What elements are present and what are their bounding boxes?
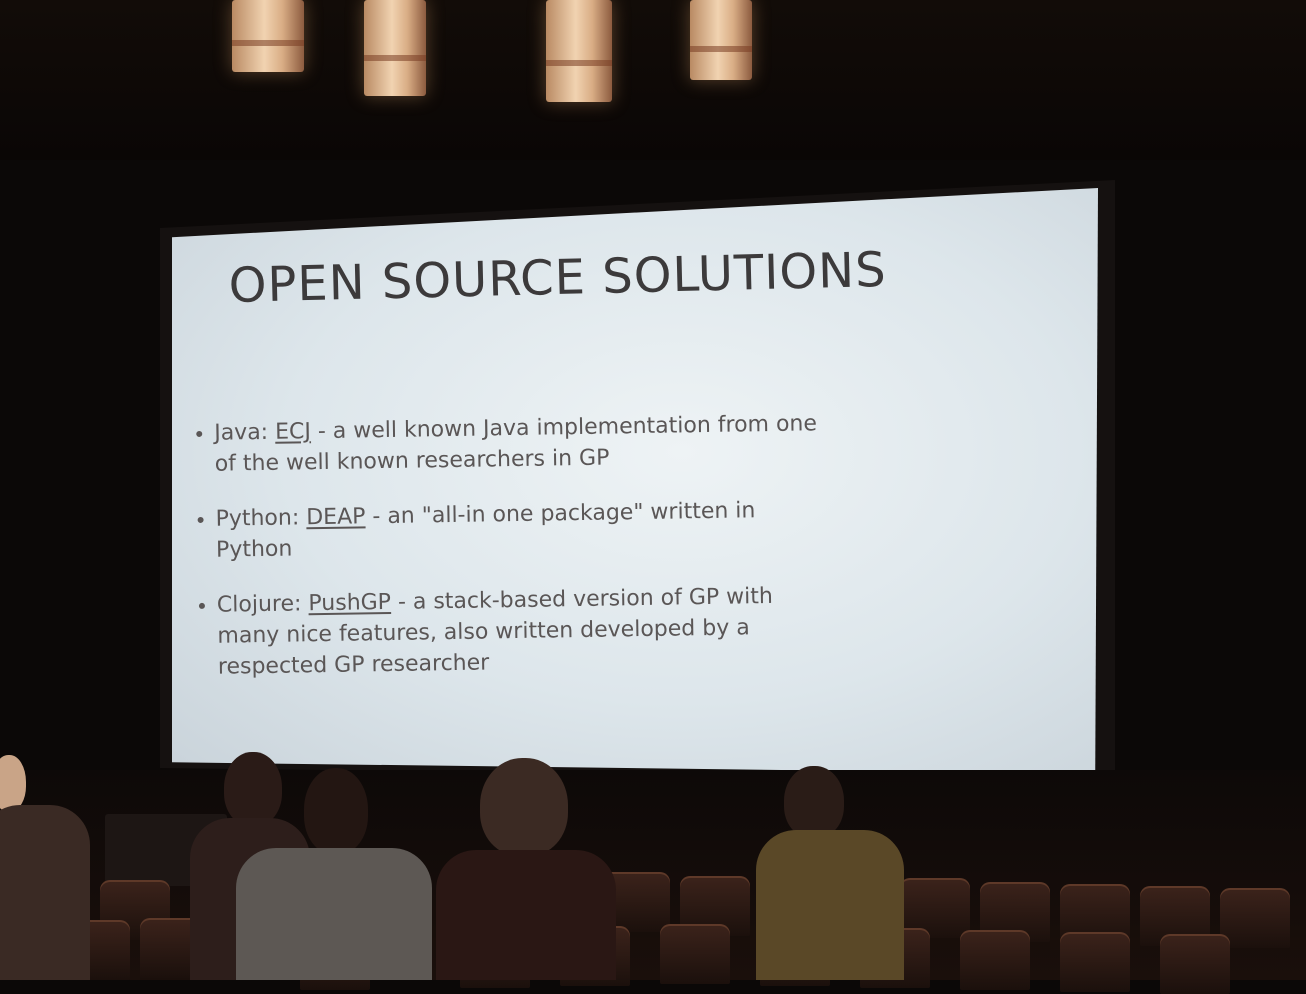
pendant-lamp <box>364 0 426 96</box>
bullet-text: Python <box>215 536 293 563</box>
audience-torso <box>236 848 432 980</box>
ecj-link: ECJ <box>274 419 312 445</box>
bullet-text: - a well known Java implementation from … <box>310 411 818 445</box>
pendant-lamp <box>546 0 612 102</box>
bullet-text: - a stack-based version of GP with <box>390 583 774 615</box>
audience-torso <box>436 850 616 980</box>
bullet-prefix: Java: <box>214 419 276 446</box>
audience-head <box>0 755 26 811</box>
bullet-java: Java: ECJ - a well known Java implementa… <box>196 406 977 480</box>
audience-torso <box>756 830 904 980</box>
seat <box>1160 934 1230 994</box>
seat <box>660 924 730 984</box>
deap-link: DEAP <box>306 504 366 531</box>
bullet-text: - an "all-in one package" written in <box>365 498 756 530</box>
pendant-lamp <box>690 0 752 80</box>
bullet-dot <box>196 430 203 437</box>
pendant-lamp <box>232 0 304 72</box>
slide-bullet-list: Java: ECJ - a well known Java implementa… <box>196 406 980 707</box>
bullet-prefix: Clojure: <box>216 591 309 618</box>
audience-head <box>480 758 568 856</box>
seat <box>1060 932 1130 992</box>
bullet-python: Python: DEAP - an "all-in one package" w… <box>197 492 978 566</box>
bullet-clojure: Clojure: PushGP - a stack-based version … <box>198 578 980 683</box>
pushgp-link: PushGP <box>308 589 392 617</box>
bullet-dot <box>198 602 205 609</box>
bullet-text: of the well known researchers in GP <box>214 445 610 477</box>
seat <box>1220 888 1290 948</box>
bullet-text: many nice features, also written develop… <box>217 615 750 649</box>
ceiling <box>0 0 1306 160</box>
bullet-prefix: Python: <box>215 505 307 532</box>
audience-head <box>304 768 368 854</box>
bullet-dot <box>197 516 204 523</box>
audience-torso <box>0 805 90 980</box>
bullet-text: respected GP researcher <box>217 650 490 680</box>
audience-head <box>224 752 282 826</box>
audience-head <box>784 766 844 838</box>
seat <box>960 930 1030 990</box>
